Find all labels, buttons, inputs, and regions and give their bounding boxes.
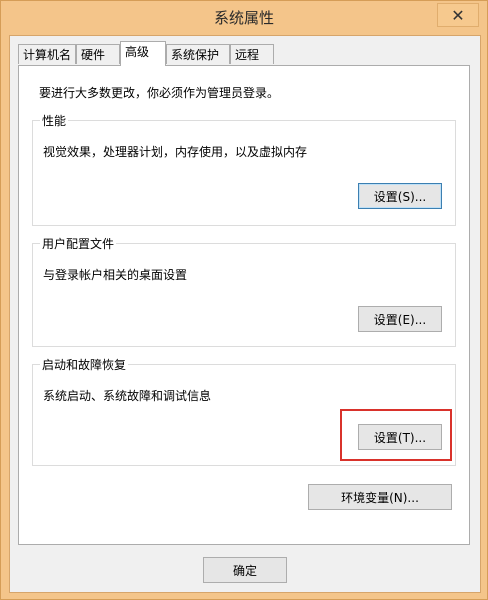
- performance-group: 性能 视觉效果，处理器计划，内存使用，以及虚拟内存 设置(S)...: [32, 112, 456, 226]
- tab-hardware[interactable]: 硬件: [76, 44, 120, 64]
- tab-advanced[interactable]: 高级: [120, 41, 166, 66]
- window-title: 系统属性: [213, 9, 274, 27]
- user-profiles-group: 用户配置文件 与登录帐户相关的桌面设置 设置(E)...: [32, 235, 456, 347]
- ok-button[interactable]: 确定: [203, 557, 287, 583]
- dialog-client-area: 计算机名 硬件 高级 系统保护 远程 要进行大多数更改，你必须作为管理员登录。 …: [9, 35, 481, 593]
- close-button[interactable]: ✕: [437, 3, 479, 27]
- tab-remote[interactable]: 远程: [230, 44, 274, 64]
- environment-variables-button[interactable]: 环境变量(N)...: [308, 484, 452, 510]
- highlight-box: [340, 409, 452, 461]
- system-properties-window: 系统属性 ✕ 计算机名 硬件 高级 系统保护 远程 要进行大多数更改，你必须作为…: [0, 0, 488, 600]
- performance-description: 视觉效果，处理器计划，内存使用，以及虚拟内存: [43, 145, 308, 159]
- user-profiles-settings-button[interactable]: 设置(E)...: [358, 306, 442, 332]
- performance-settings-button[interactable]: 设置(S)...: [358, 183, 442, 209]
- user-profiles-description: 与登录帐户相关的桌面设置: [43, 268, 188, 282]
- startup-recovery-description: 系统启动、系统故障和调试信息: [43, 389, 212, 403]
- tab-computer-name[interactable]: 计算机名: [18, 44, 76, 64]
- admin-notice: 要进行大多数更改，你必须作为管理员登录。: [39, 86, 280, 100]
- startup-recovery-group: 启动和故障恢复 系统启动、系统故障和调试信息 设置(T)...: [32, 356, 456, 466]
- startup-recovery-group-title: 启动和故障恢复: [40, 356, 129, 373]
- title-bar[interactable]: 系统属性 ✕: [1, 1, 487, 35]
- tab-system-protection[interactable]: 系统保护: [166, 44, 230, 64]
- user-profiles-group-title: 用户配置文件: [40, 235, 117, 252]
- advanced-tab-panel: 要进行大多数更改，你必须作为管理员登录。 性能 视觉效果，处理器计划，内存使用，…: [18, 65, 470, 545]
- close-icon: ✕: [451, 5, 465, 25]
- performance-group-title: 性能: [40, 112, 69, 129]
